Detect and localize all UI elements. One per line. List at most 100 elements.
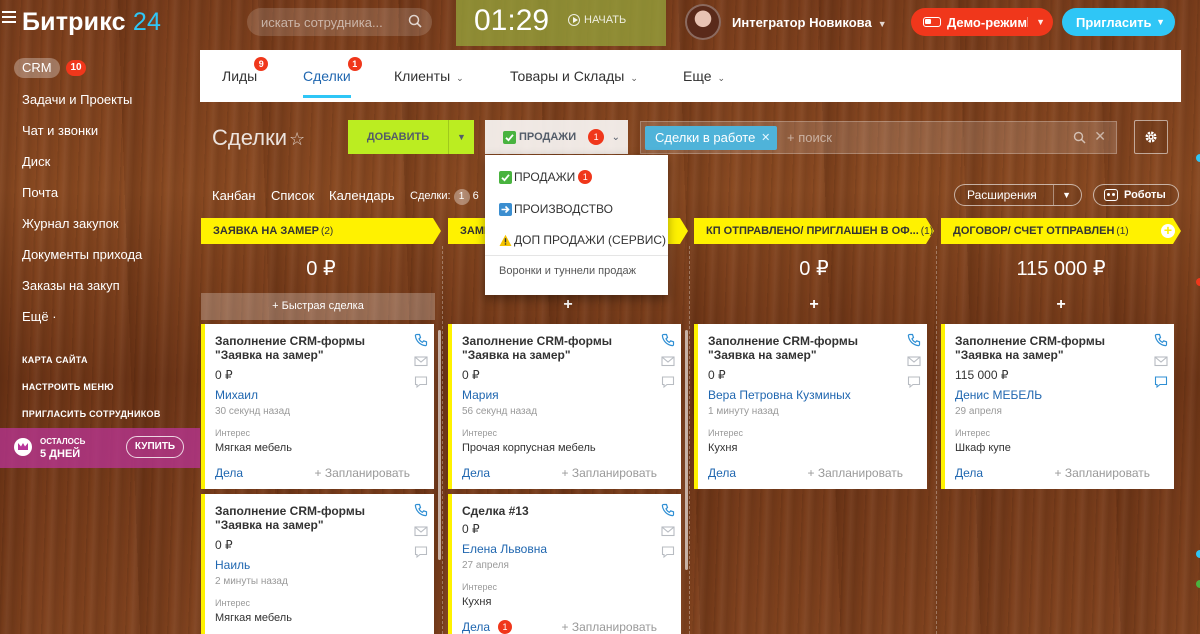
employee-search[interactable]: искать сотрудника... [247,8,432,36]
deal-title[interactable]: Заполнение CRM-формы "Заявка на замер" [955,334,1145,362]
deal-card[interactable]: Заполнение CRM-формы "Заявка на замер" 0 … [448,324,681,489]
deal-plan-link[interactable]: + Запланировать [1054,466,1150,480]
deal-plan-link[interactable]: + Запланировать [561,620,657,634]
chat-icon[interactable] [907,375,921,389]
deal-title[interactable]: Заполнение CRM-формы "Заявка на замер" [708,334,898,362]
menu-item-disk[interactable]: Диск [22,154,50,169]
demo-mode-button[interactable]: Демо-режим ▼ [911,8,1053,36]
invite-employees-link[interactable]: ПРИГЛАСИТЬ СОТРУДНИКОВ [22,409,161,419]
start-workday-button[interactable]: НАЧАТЬ [568,14,626,26]
quick-deal-button[interactable]: + Быстрая сделка [201,293,435,320]
tab-deals[interactable]: Сделки 1 [303,57,362,98]
chat-icon[interactable] [414,375,428,389]
mail-icon[interactable] [661,524,675,538]
menu-item-receipt-docs[interactable]: Документы прихода [22,247,142,262]
deal-client-link[interactable]: Михаил [215,388,258,402]
deal-client-link[interactable]: Денис МЕБЕЛЬ [955,388,1042,402]
funnels-settings-link[interactable]: Воронки и туннели продаж [499,265,636,277]
deal-tasks-link[interactable]: Дела [462,466,490,480]
menu-item-chat[interactable]: Чат и звонки [22,123,98,138]
mail-icon[interactable] [907,354,921,368]
phone-icon[interactable] [907,333,921,347]
settings-button[interactable] [1134,120,1168,154]
dropdown-item-production[interactable]: ПРОИЗВОДСТВО [499,202,613,216]
deal-client-link[interactable]: Елена Львовна [462,542,547,556]
work-time-widget[interactable]: 01:29 НАЧАТЬ [456,0,666,46]
chip-close-icon[interactable]: ✕ [761,126,770,150]
user-menu[interactable]: Интегратор Новикова ▼ [732,15,887,30]
buy-button[interactable]: КУПИТЬ [126,436,184,458]
robots-button[interactable]: Роботы [1093,184,1179,206]
deal-plan-link[interactable]: + Запланировать [314,466,410,480]
dropdown-item-sales[interactable]: ПРОДАЖИ 1 [499,170,593,184]
funnel-selector-button[interactable]: ПРОДАЖИ 1 ⌄ [485,120,628,154]
deal-card[interactable]: Заполнение CRM-формы "Заявка на замер" 11… [941,324,1174,489]
chevron-down-icon[interactable]: ▼ [448,120,474,154]
column-scrollbar[interactable] [438,330,441,560]
filter-search-bar[interactable]: Сделки в работе ✕ + поиск ✕ [640,121,1117,154]
mail-icon[interactable] [661,354,675,368]
column-header[interactable]: КП ОТПРАВЛЕНО/ ПРИГЛАШЕН В ОФ... (1) [694,218,934,244]
configure-menu-link[interactable]: НАСТРОИТЬ МЕНЮ [22,382,114,392]
invite-button[interactable]: Пригласить ▼ [1062,8,1175,36]
deal-title[interactable]: Заполнение CRM-формы "Заявка на замер" [462,334,652,362]
deal-title[interactable]: Заполнение CRM-формы "Заявка на замер" [215,504,405,532]
logo[interactable]: Битрикс 24 [22,8,161,37]
add-deal-plus-icon[interactable]: + [448,296,688,314]
add-deal-plus-icon[interactable]: + [941,296,1181,314]
clear-icon[interactable]: ✕ [1094,128,1106,145]
chat-icon[interactable] [661,375,675,389]
menu-item-mail[interactable]: Почта [22,185,58,200]
column-header[interactable]: ДОГОВОР/ СЧЕТ ОТПРАВЛЕН (1) + [941,218,1181,244]
view-calendar[interactable]: Календарь [329,188,395,203]
deal-plan-link[interactable]: + Запланировать [807,466,903,480]
menu-item-purchase-log[interactable]: Журнал закупок [22,216,119,231]
dropdown-item-upsell[interactable]: ДОП ПРОДАЖИ (СЕРВИС) [499,233,666,247]
deal-title[interactable]: Заполнение CRM-формы "Заявка на замер" [215,334,405,362]
column-scrollbar[interactable] [685,330,688,570]
filter-chip[interactable]: Сделки в работе ✕ [645,126,778,150]
deal-card[interactable]: Сделка #13 0 ₽ Елена Львовна 27 апреля Интер… [448,494,681,634]
view-kanban[interactable]: Канбан [212,188,256,203]
chat-icon[interactable] [414,545,428,559]
deal-client-link[interactable]: Мария [462,388,499,402]
phone-icon[interactable] [414,333,428,347]
add-column-icon[interactable]: + [1161,224,1175,238]
menu-item-tasks[interactable]: Задачи и Проекты [22,92,132,107]
tab-leads[interactable]: Лиды 9 [222,57,269,84]
add-deal-button[interactable]: ДОБАВИТЬ ▼ [348,120,474,154]
star-icon[interactable]: ☆ [289,129,305,149]
phone-icon[interactable] [661,503,675,517]
deal-plan-link[interactable]: + Запланировать [561,466,657,480]
phone-icon[interactable] [661,333,675,347]
phone-icon[interactable] [1154,333,1168,347]
column-header[interactable]: ЗАЯВКА НА ЗАМЕР (2) [201,218,441,244]
deal-client-link[interactable]: Наиль [215,558,250,572]
sitemap-link[interactable]: КАРТА САЙТА [22,355,88,365]
phone-icon[interactable] [414,503,428,517]
chat-icon[interactable] [661,545,675,559]
user-avatar[interactable] [685,4,721,40]
search-icon[interactable] [1073,131,1086,144]
deal-card[interactable]: Заполнение CRM-формы "Заявка на замер" 0 … [694,324,927,489]
deal-title[interactable]: Сделка #13 [462,504,652,518]
deal-tasks-link[interactable]: Дела [708,466,736,480]
search-icon[interactable] [408,14,422,28]
extensions-button[interactable]: Расширения ▼ [954,184,1082,206]
deal-tasks-link[interactable]: Дела [955,466,983,480]
add-deal-plus-icon[interactable]: + [694,296,934,314]
menu-burger-icon[interactable] [2,11,16,25]
tab-more[interactable]: Еще ⌄ [683,68,725,84]
tab-products[interactable]: Товары и Склады ⌄ [510,68,638,84]
mail-icon[interactable] [414,524,428,538]
tab-clients[interactable]: Клиенты ⌄ [394,68,464,84]
menu-item-crm[interactable]: CRM [14,58,60,78]
menu-item-more[interactable]: Ещё · [22,309,57,324]
deal-card[interactable]: Заполнение CRM-формы "Заявка на замер" 0 … [201,324,434,489]
view-list[interactable]: Список [271,188,314,203]
menu-item-purchase-orders[interactable]: Заказы на закуп [22,278,120,293]
deal-tasks-link[interactable]: Дела [215,466,243,480]
mail-icon[interactable] [414,354,428,368]
deal-card[interactable]: Заполнение CRM-формы "Заявка на замер" 0 … [201,494,434,634]
deal-client-link[interactable]: Вера Петровна Кузминых [708,388,851,402]
